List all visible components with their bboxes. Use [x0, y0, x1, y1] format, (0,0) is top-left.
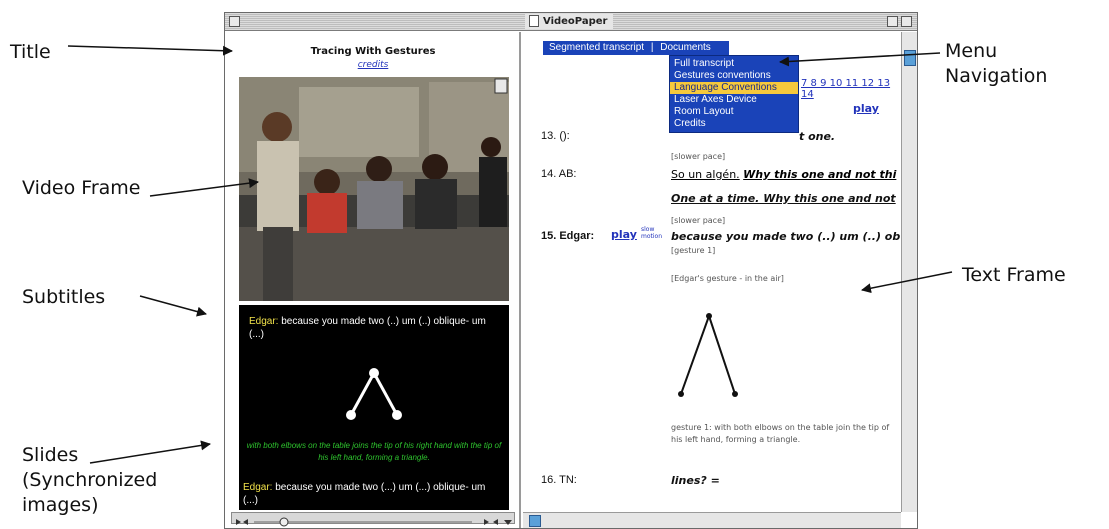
window-title-text: VideoPaper: [543, 16, 608, 27]
row-13-text: t one.: [799, 130, 836, 143]
triangle-gesture-diagram: [346, 368, 402, 420]
horizontal-scrollbar[interactable]: [523, 512, 901, 528]
arrow-subtitles: [139, 295, 207, 317]
annotation-menu-navigation: Menu Navigation: [945, 40, 1048, 87]
documents-dropdown-menu: Full transcript Gestures conventions Lan…: [669, 55, 799, 133]
row-16-text: lines? =: [671, 474, 720, 487]
subtitle-line: Edgar: because you made two (..) um (..)…: [249, 315, 501, 341]
row-16-number: 16. TN:: [541, 474, 577, 486]
nav-separator: |: [650, 42, 654, 53]
menu-item-gestures-conventions[interactable]: Gestures conventions: [670, 70, 798, 82]
vertical-scroll-thumb[interactable]: [904, 50, 916, 66]
videopaper-window: VideoPaper Tracing With Gestures credits: [224, 12, 918, 529]
annotation-slides: Slides (Synchronized images): [22, 444, 158, 516]
row-15-gesture-tag: [gesture 1]: [671, 246, 716, 255]
slide-subtitle-line: Edgar: because you made two (...) um (..…: [243, 481, 495, 507]
arrow-title: [67, 45, 233, 56]
video-pane: Tracing With Gestures credits Edgar: bec…: [225, 32, 521, 528]
video-title: Tracing With Gestures: [310, 46, 436, 57]
annotation-title: Title: [10, 41, 51, 63]
menu-navigation-bar: Segmented transcript | Documents: [543, 41, 729, 55]
collapse-box-icon[interactable]: [901, 16, 912, 27]
row-14-line-2: One at a time. Why this one and not: [671, 192, 896, 205]
vertical-scrollbar[interactable]: [901, 32, 917, 512]
title-bar[interactable]: VideoPaper: [225, 13, 917, 31]
slide-subtitle-text: because you made two (...) um (...) obli…: [243, 482, 486, 506]
horizontal-scroll-thumb[interactable]: [529, 515, 541, 527]
menu-item-credits[interactable]: Credits: [670, 118, 798, 130]
menu-item-room-layout[interactable]: Room Layout: [670, 106, 798, 118]
row-15-note: [slower pace]: [671, 216, 726, 225]
play-link-top[interactable]: play: [853, 102, 879, 115]
slide-caption: with both elbows on the table joins the …: [246, 441, 502, 462]
slides-frame: Edgar: because you made two (..) um (..)…: [239, 305, 509, 510]
row-15-number: 15. Edgar:: [541, 230, 595, 242]
slide-speaker: Edgar:: [243, 482, 273, 493]
annotation-text-frame: Text Frame: [962, 264, 1066, 286]
row-13-number: 13. ():: [541, 130, 570, 142]
subtitle-text: because you made two (..) um (..) obliqu…: [249, 316, 486, 340]
credits-link[interactable]: credits: [225, 60, 521, 70]
text-frame: Segmented transcript | Documents Full tr…: [523, 32, 900, 512]
slow-motion-link[interactable]: slow motion: [641, 226, 665, 240]
row-14-number: 14. AB:: [541, 168, 577, 180]
menu-item-language-conventions[interactable]: Language Conventions: [670, 82, 798, 94]
row-14-text-italic: Why this one and not thi: [743, 168, 897, 181]
annotation-video-frame: Video Frame: [22, 177, 141, 199]
close-box-icon[interactable]: [229, 16, 240, 27]
zoom-box-icon[interactable]: [887, 16, 898, 27]
gesture-triangle-drawing: [678, 313, 738, 397]
row-15-text: because you made two (..) um (..) obli: [671, 230, 900, 243]
row-15-gesture-caption: gesture 1: with both elbows on the table…: [671, 423, 890, 444]
play-link-edgar[interactable]: play: [611, 228, 637, 241]
menu-item-laser-axes-device[interactable]: Laser Axes Device: [670, 94, 798, 106]
row-15-gesture-note: [Edgar's gesture - in the air]: [671, 274, 784, 283]
row-14-note: [slower pace]: [671, 152, 726, 161]
player-controls[interactable]: [231, 512, 515, 527]
video-frame[interactable]: [239, 77, 509, 301]
annotation-subtitles: Subtitles: [22, 286, 106, 308]
page-number-links[interactable]: 7 8 9 10 11 12 13 14: [801, 78, 900, 100]
window-title: VideoPaper: [525, 14, 614, 29]
document-icon: [529, 15, 539, 27]
segmented-transcript-tab[interactable]: Segmented transcript: [549, 42, 644, 53]
classroom-video-image: [239, 77, 509, 301]
menu-item-full-transcript[interactable]: Full transcript: [670, 58, 798, 70]
documents-menu[interactable]: Documents: [660, 42, 711, 53]
row-14-text-prefix: So un algén.: [671, 168, 740, 181]
player-controls-icons: [236, 517, 512, 527]
subtitle-speaker: Edgar:: [249, 316, 279, 327]
row-14-line-1: So un algén. Why this one and not thi: [671, 168, 896, 181]
